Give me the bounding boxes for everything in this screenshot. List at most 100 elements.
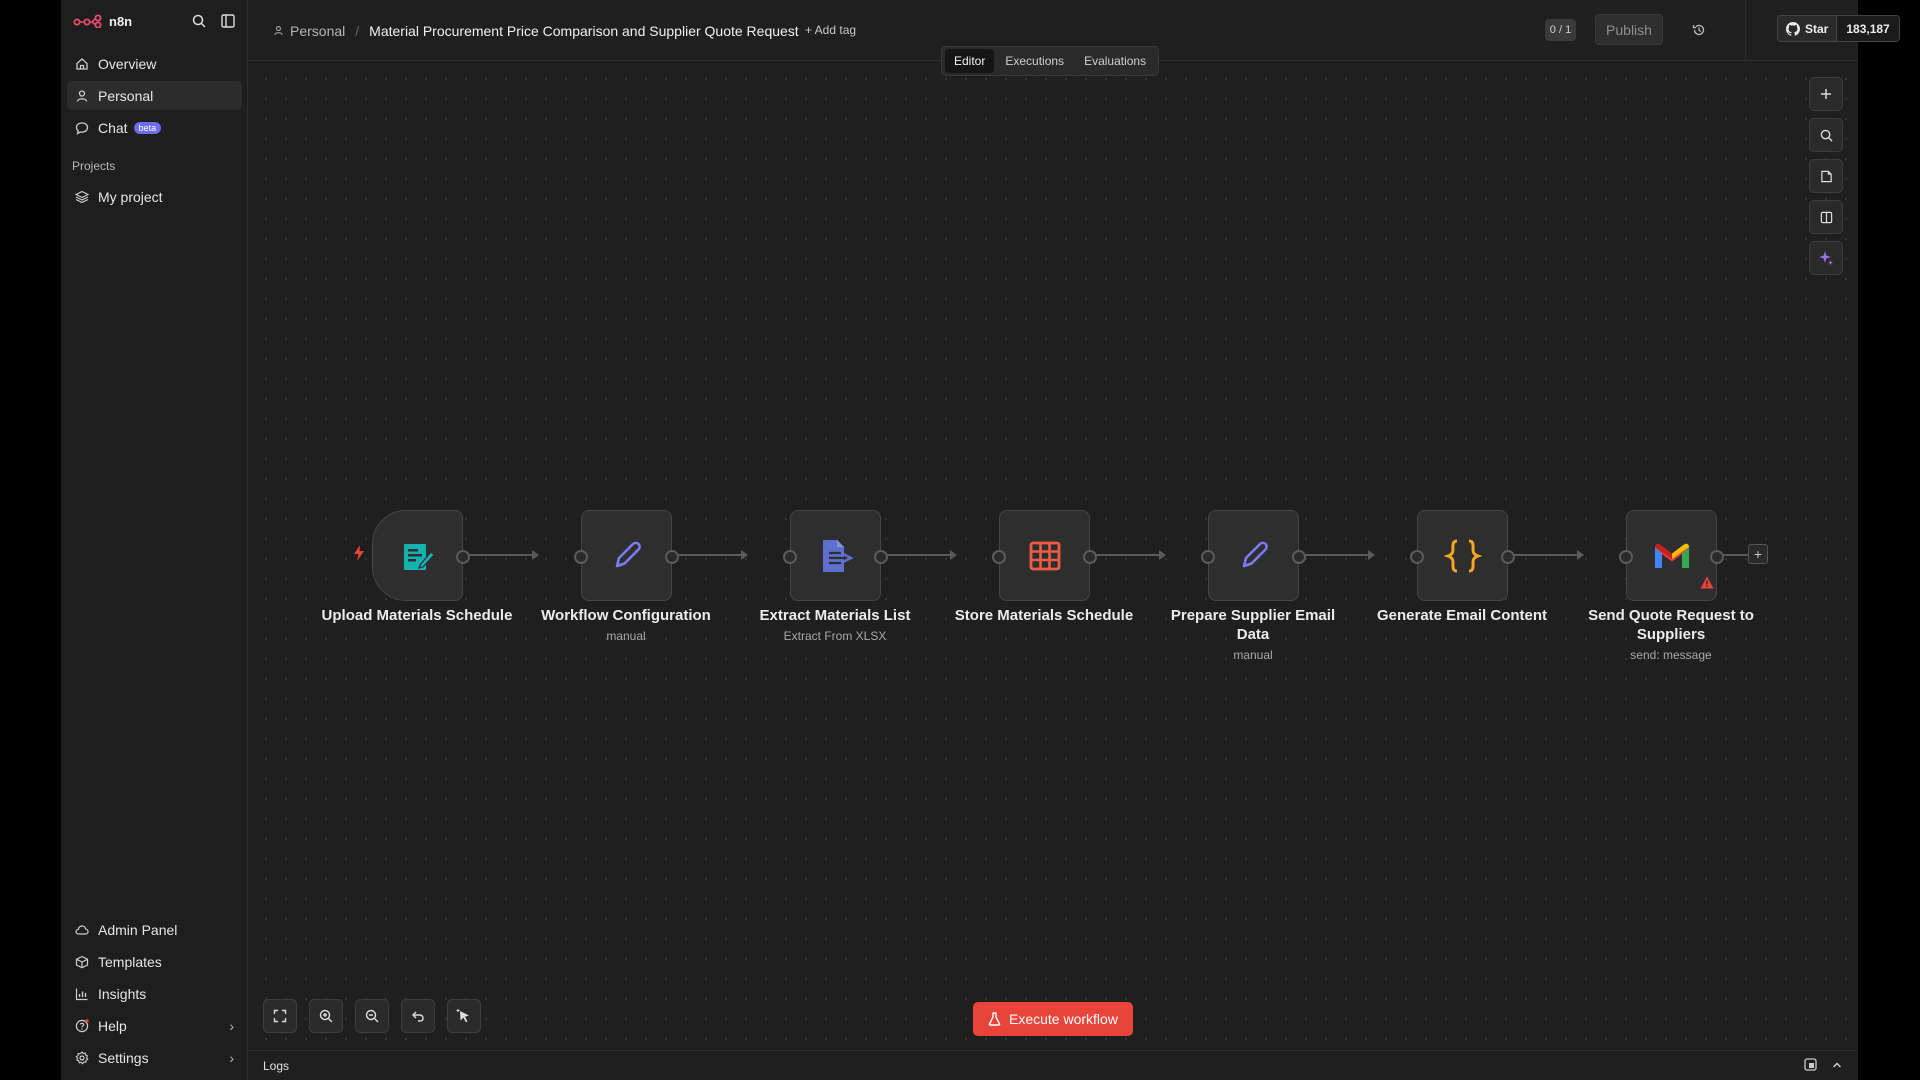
- node-extract-materials-list[interactable]: [783, 510, 888, 601]
- sidebar-item-my-project[interactable]: My project: [67, 182, 242, 211]
- zoom-out-icon: [365, 1009, 379, 1023]
- form-icon: [403, 543, 435, 570]
- connection-line[interactable]: [1510, 550, 1584, 560]
- sidebar-item-label: Chat: [98, 119, 128, 136]
- search-nodes-button[interactable]: [1809, 118, 1843, 152]
- pop-out-icon[interactable]: [1804, 1058, 1817, 1076]
- github-star-left: Star: [1778, 16, 1838, 41]
- sidebar-toggle-icon[interactable]: [218, 11, 238, 31]
- tidy-up-button[interactable]: [447, 999, 481, 1033]
- zoom-out-button[interactable]: [355, 999, 389, 1033]
- connection-line[interactable]: [1092, 550, 1166, 560]
- connection-line[interactable]: [1301, 550, 1375, 560]
- connection-line[interactable]: [883, 550, 957, 560]
- tab-editor[interactable]: Editor: [945, 49, 995, 73]
- sidebar-item-templates[interactable]: Templates: [67, 947, 242, 976]
- node-generate-email-content[interactable]: [1410, 510, 1515, 601]
- app-window: n8n Overview Personal Chat beta Projects…: [61, 0, 1900, 1080]
- chart-icon: [75, 987, 89, 1001]
- output-handle[interactable]: [456, 550, 470, 564]
- output-handle[interactable]: [665, 550, 679, 564]
- header-divider: [1745, 0, 1746, 61]
- node-subtitle: Extract From XLSX: [783, 629, 887, 643]
- node-label: Workflow Configuration: [541, 607, 711, 624]
- panel-toggle-button[interactable]: [1809, 200, 1843, 234]
- help-icon: [75, 1018, 89, 1033]
- sidebar-item-label: Help: [98, 1017, 127, 1034]
- history-icon[interactable]: [1688, 19, 1710, 41]
- brand-name: n8n: [109, 13, 133, 29]
- logs-actions: [1804, 1058, 1843, 1076]
- input-handle[interactable]: [1619, 550, 1633, 564]
- node-upload-materials-schedule[interactable]: [372, 510, 470, 601]
- input-handle[interactable]: [574, 550, 588, 564]
- add-tag-button[interactable]: + Add tag: [805, 23, 856, 37]
- output-handle[interactable]: [1501, 550, 1515, 564]
- logs-label: Logs: [263, 1059, 290, 1073]
- canvas-bottom-toolbar: [263, 999, 481, 1033]
- execute-workflow-button[interactable]: Execute workflow: [973, 1002, 1133, 1036]
- star-count: 183,187: [1837, 16, 1899, 41]
- node-workflow-configuration[interactable]: [574, 510, 679, 601]
- node-store-materials-schedule[interactable]: [992, 510, 1097, 601]
- sidebar-item-insights[interactable]: Insights: [67, 979, 242, 1008]
- breadcrumb: Personal / Material Procurement Price Co…: [273, 23, 799, 39]
- add-node-button[interactable]: [1809, 77, 1843, 111]
- sidebar: n8n Overview Personal Chat beta Projects…: [61, 0, 248, 1080]
- publish-button[interactable]: Publish: [1595, 14, 1663, 45]
- input-handle[interactable]: [1410, 550, 1424, 564]
- tab-evaluations[interactable]: Evaluations: [1075, 49, 1155, 73]
- sidebar-item-label: Insights: [98, 985, 147, 1002]
- output-handle[interactable]: [1083, 550, 1097, 564]
- sticky-note-button[interactable]: [1809, 159, 1843, 193]
- sidebar-item-label: My project: [98, 188, 163, 205]
- fit-view-button[interactable]: [263, 999, 297, 1033]
- undo-button[interactable]: [401, 999, 435, 1033]
- code-braces-icon: [1443, 539, 1482, 572]
- beta-badge: beta: [133, 121, 162, 134]
- search-icon[interactable]: [189, 11, 209, 31]
- github-star-button[interactable]: Star 183,187: [1777, 15, 1900, 42]
- connection-line[interactable]: [674, 550, 748, 560]
- input-handle[interactable]: [992, 550, 1006, 564]
- sidebar-item-help[interactable]: Help ›: [67, 1011, 242, 1040]
- breadcrumb-separator: /: [355, 23, 360, 39]
- add-next-node-button[interactable]: +: [1748, 544, 1768, 564]
- output-handle[interactable]: [1292, 550, 1306, 564]
- connection-line[interactable]: [465, 550, 539, 560]
- brand[interactable]: n8n: [73, 10, 132, 32]
- gear-icon: [75, 1050, 89, 1065]
- sidebar-item-overview[interactable]: Overview: [67, 49, 242, 78]
- tab-executions[interactable]: Executions: [996, 49, 1073, 73]
- breadcrumb-owner[interactable]: Personal: [290, 23, 345, 39]
- node-send-quote-request[interactable]: [1619, 510, 1724, 601]
- zoom-in-icon: [319, 1009, 333, 1023]
- layers-icon: [75, 190, 89, 204]
- warning-icon[interactable]: [1700, 576, 1714, 594]
- sidebar-item-personal[interactable]: Personal: [67, 81, 242, 110]
- chat-icon: [75, 121, 89, 135]
- workflow-title[interactable]: Material Procurement Price Comparison an…: [369, 23, 799, 39]
- sidebar-item-settings[interactable]: Settings ›: [67, 1043, 242, 1072]
- home-icon: [75, 57, 89, 71]
- node-label: Extract Materials List: [759, 607, 911, 624]
- sparkle-icon: [1819, 251, 1833, 265]
- workflow-canvas[interactable]: + Upload Materials Schedule Workflow Con…: [248, 61, 1858, 1050]
- sidebar-item-admin-panel[interactable]: Admin Panel: [67, 915, 242, 944]
- chevron-up-icon[interactable]: [1831, 1058, 1843, 1076]
- input-handle[interactable]: [783, 550, 797, 564]
- node-prepare-supplier-email-data[interactable]: [1201, 510, 1306, 601]
- user-icon: [273, 23, 284, 39]
- output-handle[interactable]: [1710, 550, 1724, 564]
- execute-workflow-label: Execute workflow: [1009, 1011, 1118, 1027]
- input-handle[interactable]: [1201, 550, 1215, 564]
- plus-icon: [1821, 89, 1831, 99]
- output-handle[interactable]: [874, 550, 888, 564]
- view-tabs: Editor Executions Evaluations: [941, 46, 1160, 76]
- logs-panel-bar[interactable]: Logs: [248, 1050, 1858, 1080]
- zoom-in-button[interactable]: [309, 999, 343, 1033]
- ai-assistant-button[interactable]: [1809, 241, 1843, 275]
- sidebar-item-label: Personal: [98, 87, 154, 104]
- node-label: Send Quote Request to Suppliers: [1588, 607, 1754, 643]
- sidebar-item-chat[interactable]: Chat beta: [67, 113, 242, 142]
